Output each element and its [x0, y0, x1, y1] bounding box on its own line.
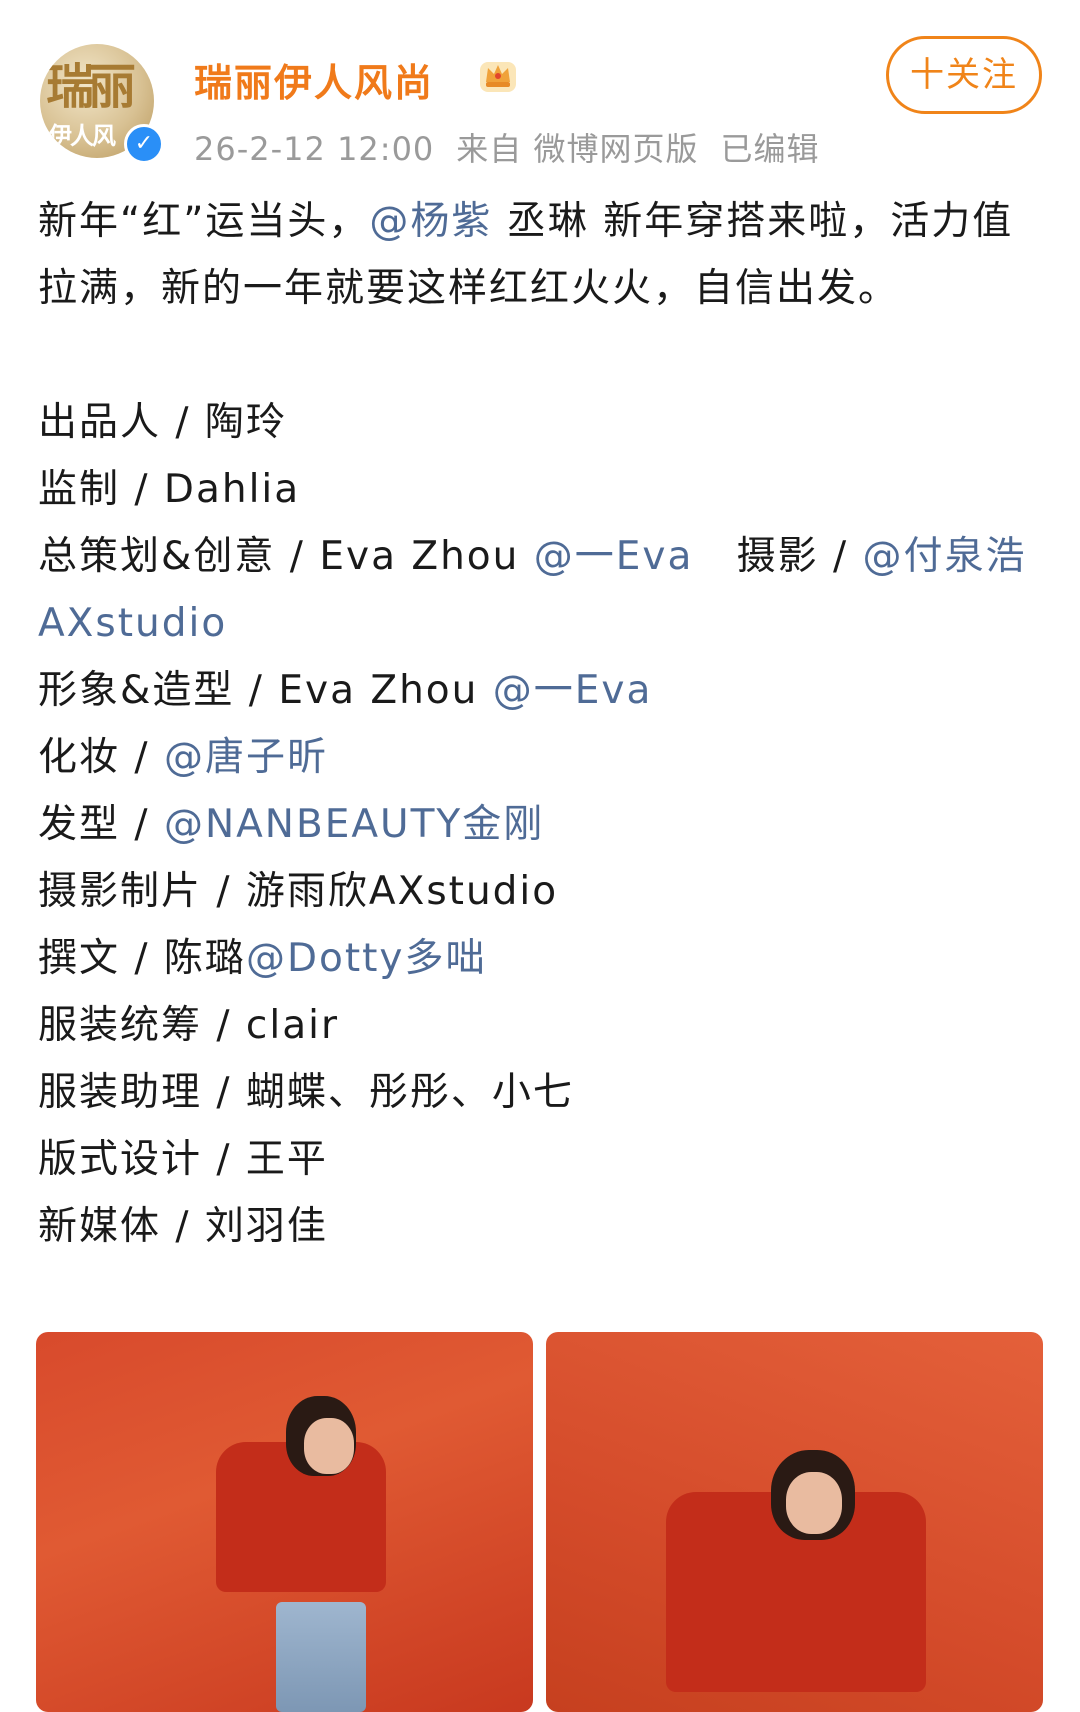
- mention-link[interactable]: @杨紫: [369, 199, 492, 244]
- mention-link[interactable]: @NANBEAUTY金刚: [164, 802, 544, 847]
- credit-text: 新媒体 / 刘羽佳: [38, 1204, 328, 1249]
- credit-line: 撰文 / 陈璐@Dotty多咄: [38, 925, 1042, 992]
- mention-link[interactable]: @唐子昕: [164, 735, 328, 780]
- credit-text: 版式设计 / 王平: [38, 1137, 328, 1182]
- credit-text: 服装助理 / 蝴蝶、彤彤、小七: [38, 1070, 574, 1115]
- credit-line: 化妆 / @唐子昕: [38, 724, 1042, 791]
- credit-line: 摄影制片 / 游雨欣AXstudio: [38, 858, 1042, 925]
- mention-link[interactable]: @一Eva: [493, 668, 653, 713]
- mention-link[interactable]: @一Eva: [534, 534, 694, 579]
- mention-link[interactable]: @Dotty多咄: [246, 936, 487, 981]
- crown-icon: [480, 62, 516, 92]
- avatar-logo-text: 瑞丽: [46, 59, 136, 115]
- credit-line: 版式设计 / 王平: [38, 1126, 1042, 1193]
- credit-text: 服装统筹 / clair: [38, 1003, 339, 1048]
- credit-text: 发型 /: [38, 802, 164, 847]
- post-header: 瑞丽 伊人风 ✓ 瑞丽伊人风尚 26-2-12 12:00 来自 微博网页版 已编辑…: [0, 0, 1080, 170]
- follow-button[interactable]: 十关注: [886, 36, 1042, 114]
- mention-link[interactable]: @付泉浩: [863, 534, 1027, 579]
- post-text: 新年“红”运当头，@杨紫 丞琳 新年穿搭来啦，活力值拉满，新的一年就要这样红红火…: [38, 188, 1042, 1260]
- credit-text: 摄影制片 / 游雨欣AXstudio: [38, 869, 559, 914]
- credit-text: 摄影 /: [693, 534, 863, 579]
- credit-line: 形象&造型 / Eva Zhou @一Eva: [38, 657, 1042, 724]
- credit-text: 总策划&创意 / Eva Zhou: [38, 534, 534, 579]
- credit-text: 形象&造型 / Eva Zhou: [38, 668, 493, 713]
- credit-line: AXstudio: [38, 590, 1042, 657]
- post-source[interactable]: 来自 微博网页版: [456, 130, 698, 168]
- post-timestamp: 26-2-12 12:00: [194, 130, 435, 168]
- post-meta: 26-2-12 12:00 来自 微博网页版 已编辑: [194, 124, 841, 170]
- photo-figure: [786, 1472, 842, 1534]
- post-edited-label[interactable]: 已编辑: [720, 130, 819, 168]
- credit-text: 监制 / Dahlia: [38, 467, 301, 512]
- intro-text: 新年“红”运当头，: [38, 199, 370, 244]
- credit-line: 监制 / Dahlia: [38, 456, 1042, 523]
- avatar-logo-subtext: 伊人风: [48, 121, 116, 150]
- photo-figure: [276, 1602, 366, 1712]
- mention-link[interactable]: AXstudio: [38, 601, 227, 646]
- verified-icon: ✓: [124, 124, 164, 164]
- credit-line: 出品人 / 陶玲: [38, 389, 1042, 456]
- credit-line: 发型 / @NANBEAUTY金刚: [38, 791, 1042, 858]
- photo-grid: [36, 1332, 1044, 1712]
- credit-text: 撰文 / 陈璐: [38, 936, 246, 981]
- photo-figure: [304, 1418, 354, 1474]
- credit-line: 总策划&创意 / Eva Zhou @一Eva 摄影 / @付泉浩: [38, 523, 1042, 590]
- credit-line: 服装助理 / 蝴蝶、彤彤、小七: [38, 1059, 1042, 1126]
- post-intro: 新年“红”运当头，@杨紫 丞琳 新年穿搭来啦，活力值拉满，新的一年就要这样红红火…: [38, 188, 1042, 322]
- credit-line: 新媒体 / 刘羽佳: [38, 1193, 1042, 1260]
- post-photo[interactable]: [546, 1332, 1043, 1712]
- credit-text: 出品人 / 陶玲: [38, 400, 287, 445]
- post-photo[interactable]: [36, 1332, 533, 1712]
- credit-text: 化妆 /: [38, 735, 164, 780]
- account-name[interactable]: 瑞丽伊人风尚: [194, 52, 434, 107]
- credit-line: 服装统筹 / clair: [38, 992, 1042, 1059]
